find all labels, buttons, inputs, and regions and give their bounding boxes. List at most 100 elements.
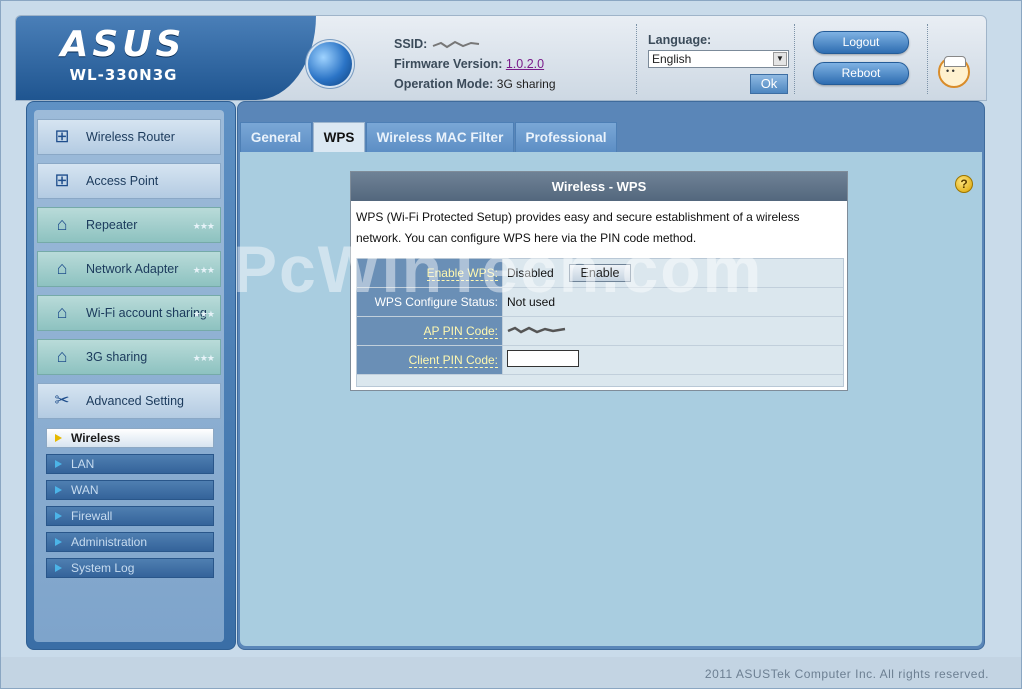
enable-wps-label: Enable WPS: bbox=[357, 259, 503, 287]
device-info: SSID: Firmware Version: 1.0.2.0 Operatio… bbox=[394, 34, 556, 94]
help-icon[interactable]: ? bbox=[955, 175, 973, 193]
tab-professional[interactable]: Professional bbox=[515, 122, 617, 153]
menu-item-wireless-router[interactable]: ⊞ Wireless Router bbox=[37, 119, 221, 155]
language-select[interactable]: English ▼ bbox=[648, 50, 789, 68]
firmware-row: Firmware Version: 1.0.2.0 bbox=[394, 54, 556, 74]
router-admin-window: ASUS WL-330N3G SSID: Firmware Version: 1… bbox=[0, 0, 1022, 689]
arrow-right-icon bbox=[55, 564, 62, 572]
enable-wps-button[interactable]: Enable bbox=[569, 264, 631, 282]
panel-description: WPS (Wi-Fi Protected Setup) provides eas… bbox=[356, 210, 800, 245]
arrow-right-icon bbox=[55, 512, 62, 520]
stars-icon: ★★★ bbox=[192, 265, 215, 275]
header-bar: ASUS WL-330N3G SSID: Firmware Version: 1… bbox=[15, 15, 987, 101]
wps-status-label-text: WPS Configure Status: bbox=[374, 295, 498, 309]
sub-menu-label: System Log bbox=[71, 561, 135, 575]
menu-item-label: Wireless Router bbox=[86, 130, 175, 144]
wifi-router-icon: ⌂ bbox=[56, 302, 68, 322]
tab-general[interactable]: General bbox=[240, 122, 312, 153]
arrow-right-icon bbox=[55, 486, 62, 494]
menu-item-repeater[interactable]: ⌂ Repeater ★★★ bbox=[37, 207, 221, 243]
wifi-router-icon: ⌂ bbox=[56, 258, 68, 278]
logo-area: ASUS WL-330N3G bbox=[16, 16, 316, 100]
sub-menu-label: Wireless bbox=[71, 431, 121, 445]
enable-wps-row: Enable WPS: Disabled Enable bbox=[357, 259, 843, 288]
sub-menu-label: LAN bbox=[71, 457, 95, 471]
asus-logo: ASUS bbox=[60, 24, 186, 65]
chevron-down-icon[interactable]: ▼ bbox=[773, 52, 787, 66]
header-divider bbox=[794, 24, 795, 94]
wps-status-value: Not used bbox=[507, 295, 556, 309]
mode-row: Operation Mode: 3G sharing bbox=[394, 74, 556, 94]
ap-pin-row: AP PIN Code: bbox=[357, 317, 843, 346]
arrow-right-icon bbox=[55, 434, 62, 442]
firmware-version-link[interactable]: 1.0.2.0 bbox=[506, 57, 544, 71]
ssid-label: SSID: bbox=[394, 37, 428, 51]
arrow-right-icon bbox=[55, 460, 62, 468]
wifi-router-icon: ⌂ bbox=[56, 346, 68, 366]
mode-label: Operation Mode: bbox=[394, 77, 494, 91]
sidebar-menu: ⊞ Wireless Router ⊞ Access Point ⌂ Repea… bbox=[34, 110, 224, 642]
sub-menu-wan[interactable]: WAN bbox=[46, 480, 214, 500]
header-divider bbox=[927, 24, 928, 94]
menu-item-3g-sharing[interactable]: ⌂ 3G sharing ★★★ bbox=[37, 339, 221, 375]
mascot-icon bbox=[938, 56, 970, 88]
client-pin-label-text: Client PIN Code: bbox=[408, 353, 498, 368]
sub-menu-wireless[interactable]: Wireless bbox=[46, 428, 214, 448]
arrow-right-icon bbox=[55, 538, 62, 546]
wifi-router-icon: ⌂ bbox=[56, 214, 68, 234]
masked-ssid-icon bbox=[432, 40, 479, 48]
stars-icon: ★★★ bbox=[192, 221, 215, 231]
sub-menu-label: Administration bbox=[71, 535, 148, 549]
sub-menu-firewall[interactable]: Firewall bbox=[46, 506, 214, 526]
language-value: English bbox=[652, 52, 692, 66]
client-pin-input[interactable] bbox=[507, 350, 579, 367]
wps-form: Enable WPS: Disabled Enable WPS Configur… bbox=[356, 258, 844, 387]
model-name: WL-330N3G bbox=[69, 66, 178, 84]
enable-wps-value: Disabled bbox=[507, 266, 554, 280]
wps-status-row: WPS Configure Status: Not used bbox=[357, 288, 843, 317]
language-label: Language: bbox=[648, 33, 712, 47]
ap-pin-label: AP PIN Code: bbox=[357, 317, 503, 345]
sub-menu-administration[interactable]: Administration bbox=[46, 532, 214, 552]
menu-item-label: Repeater bbox=[86, 218, 138, 232]
header-divider bbox=[636, 24, 637, 94]
ap-pin-label-text: AP PIN Code: bbox=[423, 324, 498, 339]
masked-pin-icon bbox=[507, 326, 566, 334]
tools-icon: ✂ bbox=[54, 390, 70, 410]
copyright-text: 2011 ASUSTek Computer Inc. All rights re… bbox=[704, 667, 989, 681]
menu-item-label: Wi-Fi account sharing bbox=[86, 306, 207, 320]
menu-item-wifi-account-sharing[interactable]: ⌂ Wi-Fi account sharing ★★★ bbox=[37, 295, 221, 331]
ssid-row: SSID: bbox=[394, 34, 556, 54]
language-ok-button[interactable]: Ok bbox=[750, 74, 788, 94]
mode-value: 3G sharing bbox=[496, 77, 556, 91]
wps-panel: Wireless - WPS WPS (Wi-Fi Protected Setu… bbox=[350, 171, 848, 391]
network-icon: ⊞ bbox=[54, 126, 70, 146]
menu-item-label: Network Adapter bbox=[86, 262, 179, 276]
client-pin-row: Client PIN Code: bbox=[357, 346, 843, 375]
menu-item-label: Advanced Setting bbox=[86, 394, 184, 408]
sub-menu-system-log[interactable]: System Log bbox=[46, 558, 214, 578]
menu-item-label: 3G sharing bbox=[86, 350, 148, 364]
globe-icon bbox=[308, 42, 352, 86]
network-icon: ⊞ bbox=[54, 170, 70, 190]
menu-item-advanced-setting[interactable]: ✂ Advanced Setting bbox=[37, 383, 221, 419]
client-pin-label: Client PIN Code: bbox=[357, 346, 503, 374]
reboot-button[interactable]: Reboot bbox=[813, 62, 909, 85]
wps-status-label: WPS Configure Status: bbox=[357, 288, 503, 316]
menu-item-access-point[interactable]: ⊞ Access Point bbox=[37, 163, 221, 199]
menu-item-network-adapter[interactable]: ⌂ Network Adapter ★★★ bbox=[37, 251, 221, 287]
sub-menu-label: Firewall bbox=[71, 509, 113, 523]
sidebar: ⊞ Wireless Router ⊞ Access Point ⌂ Repea… bbox=[26, 101, 236, 650]
enable-wps-label-text: Enable WPS: bbox=[426, 266, 498, 281]
sub-menu-label: WAN bbox=[71, 483, 99, 497]
footer: 2011 ASUSTek Computer Inc. All rights re… bbox=[1, 657, 1021, 688]
panel-title: Wireless - WPS bbox=[351, 172, 847, 201]
sub-menu-lan[interactable]: LAN bbox=[46, 454, 214, 474]
logout-button[interactable]: Logout bbox=[813, 31, 909, 54]
tab-wireless-mac-filter[interactable]: Wireless MAC Filter bbox=[366, 122, 514, 153]
tab-wps[interactable]: WPS bbox=[313, 122, 365, 154]
menu-item-label: Access Point bbox=[86, 174, 159, 188]
stars-icon: ★★★ bbox=[192, 309, 215, 319]
firmware-label: Firmware Version: bbox=[394, 57, 503, 71]
stars-icon: ★★★ bbox=[192, 353, 215, 363]
